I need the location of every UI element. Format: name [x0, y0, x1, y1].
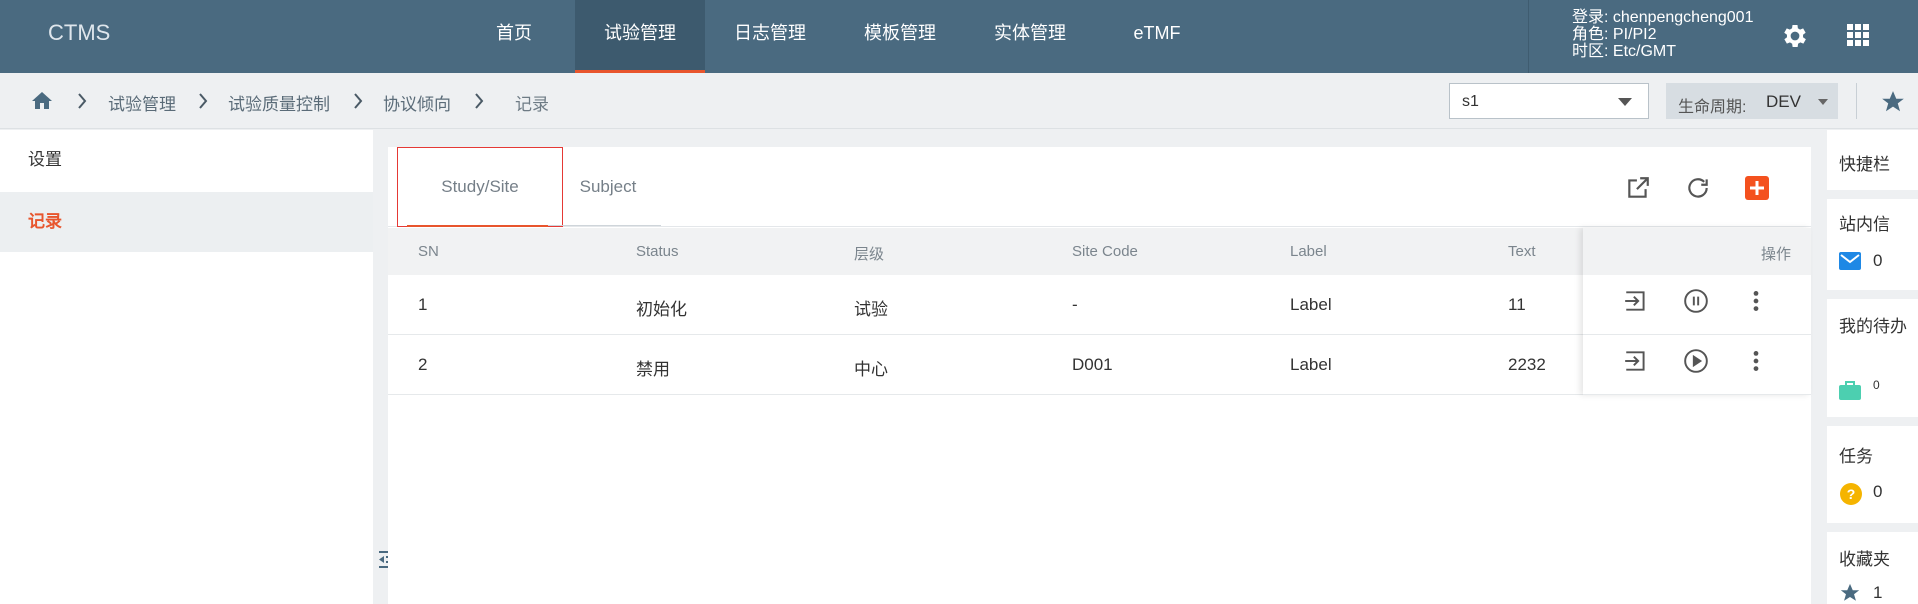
column-header-status[interactable]: Status: [636, 243, 679, 260]
study-select[interactable]: s1: [1449, 83, 1649, 119]
top-navbar: CTMS 首页 试验管理 日志管理 模板管理 实体管理 eTMF 登录: che…: [0, 0, 1918, 73]
more-vertical-icon[interactable]: [1743, 348, 1769, 379]
actions-header: 操作: [1583, 228, 1811, 275]
nav-item-home[interactable]: 首页: [472, 0, 556, 73]
divider: [1827, 290, 1918, 299]
divider: [1827, 417, 1918, 426]
svg-text:?: ?: [1847, 486, 1856, 502]
cell-status: 初始化: [636, 300, 687, 319]
left-menu-item-records[interactable]: 记录: [0, 192, 373, 252]
user-login: 登录: chenpengcheng001: [1572, 9, 1754, 26]
cell-level: 试验: [854, 300, 888, 319]
nav-item-etmf[interactable]: eTMF: [1108, 0, 1206, 73]
tab-subject[interactable]: Subject: [563, 147, 653, 227]
caret-down-icon: [1818, 99, 1828, 105]
refresh-icon[interactable]: [1685, 175, 1711, 206]
nav-item-template-management[interactable]: 模板管理: [848, 0, 952, 73]
enter-icon[interactable]: [1623, 288, 1649, 319]
nav-item-trial-management[interactable]: 试验管理: [575, 0, 705, 73]
lifecycle-value: DEV: [1766, 92, 1801, 111]
tab-label: Study/Site: [441, 177, 519, 196]
column-header-site-code[interactable]: Site Code: [1072, 243, 1138, 260]
breadcrumb-item-protocol-deviation[interactable]: 协议倾向: [383, 90, 451, 115]
divider: [1827, 523, 1918, 532]
open-external-icon[interactable]: [1625, 175, 1651, 206]
nav-item-entity-management[interactable]: 实体管理: [978, 0, 1082, 73]
breadcrumb-bar: 试验管理 试验质量控制 协议倾向 记录 s1 生命周期: DEV: [0, 73, 1918, 129]
cell-site-code: D001: [1072, 355, 1113, 374]
star-icon[interactable]: [1880, 89, 1906, 120]
tasks-count: 0: [1873, 482, 1883, 501]
breadcrumb-item-quality-control[interactable]: 试验质量控制: [228, 90, 330, 115]
actions-column: 操作: [1583, 228, 1811, 395]
divider: [1856, 83, 1857, 119]
messages-label[interactable]: 站内信: [1839, 210, 1890, 235]
quick-bar-title: 快捷栏: [1839, 155, 1890, 174]
briefcase-icon[interactable]: [1839, 380, 1861, 400]
chevron-right-icon: [354, 93, 363, 109]
tab-divider: [548, 225, 661, 226]
breadcrumb-item-trial-management[interactable]: 试验管理: [108, 90, 176, 115]
column-header-level[interactable]: 层级: [854, 243, 884, 264]
column-header-label[interactable]: Label: [1290, 243, 1327, 260]
mail-icon[interactable]: [1839, 252, 1861, 270]
quick-bar: 快捷栏 站内信 0 我的待办 0 任务 ? 0 收藏夹 1: [1827, 130, 1918, 604]
tab-study-site[interactable]: Study/Site: [397, 147, 563, 227]
app-brand: CTMS: [48, 20, 111, 45]
column-header-text[interactable]: Text: [1508, 243, 1536, 260]
pause-icon[interactable]: [1683, 288, 1709, 319]
user-info: 登录: chenpengcheng001 角色: PI/PI2 时区: Etc/…: [1528, 0, 1768, 73]
caret-down-icon: [1618, 98, 1632, 106]
tasks-label[interactable]: 任务: [1839, 442, 1873, 467]
column-header-sn[interactable]: SN: [418, 243, 439, 260]
tab-active-indicator: [407, 225, 548, 227]
lifecycle-select[interactable]: 生命周期: DEV: [1666, 83, 1838, 119]
gear-icon[interactable]: [1780, 21, 1810, 56]
cell-text: 2232: [1508, 355, 1546, 374]
lifecycle-label: 生命周期:: [1678, 99, 1747, 116]
messages-count: 0: [1873, 251, 1883, 270]
breadcrumb-current: 记录: [515, 95, 549, 114]
todo-count: 0: [1873, 378, 1880, 392]
tabs-row: Study/Site Subject: [388, 147, 1811, 227]
todo-label[interactable]: 我的待办: [1839, 315, 1909, 339]
enter-icon[interactable]: [1623, 348, 1649, 379]
add-button[interactable]: [1745, 176, 1769, 205]
user-role: 角色: PI/PI2: [1572, 26, 1657, 43]
cell-sn: 1: [418, 295, 428, 314]
cell-text: 11: [1508, 295, 1526, 314]
user-timezone: 时区: Etc/GMT: [1572, 43, 1677, 60]
cell-status: 禁用: [636, 360, 670, 379]
star-icon[interactable]: [1839, 582, 1861, 604]
study-select-value: s1: [1462, 93, 1479, 110]
favorites-label[interactable]: 收藏夹: [1839, 545, 1890, 570]
cell-label: Label: [1290, 355, 1332, 374]
divider: [1827, 190, 1918, 199]
chevron-right-icon: [199, 93, 208, 109]
grid-apps-icon[interactable]: [1846, 23, 1870, 52]
more-vertical-icon[interactable]: [1743, 288, 1769, 319]
chevron-right-icon: [78, 93, 87, 109]
left-menu: 设置 记录: [0, 130, 373, 604]
cell-sn: 2: [418, 355, 428, 374]
favorites-count: 1: [1873, 583, 1883, 602]
cell-label: Label: [1290, 295, 1332, 314]
cell-site-code: -: [1072, 295, 1078, 314]
left-menu-item-settings[interactable]: 设置: [0, 130, 373, 190]
nav-item-log-management[interactable]: 日志管理: [718, 0, 822, 73]
column-header-actions: 操作: [1761, 246, 1792, 263]
main-card: Study/Site Subject SN Status 层级 Site Cod…: [388, 147, 1811, 604]
home-icon[interactable]: [30, 89, 54, 118]
help-circle-icon[interactable]: ?: [1839, 482, 1863, 506]
play-icon[interactable]: [1683, 348, 1709, 379]
chevron-right-icon: [475, 93, 484, 109]
cell-level: 中心: [854, 360, 888, 379]
